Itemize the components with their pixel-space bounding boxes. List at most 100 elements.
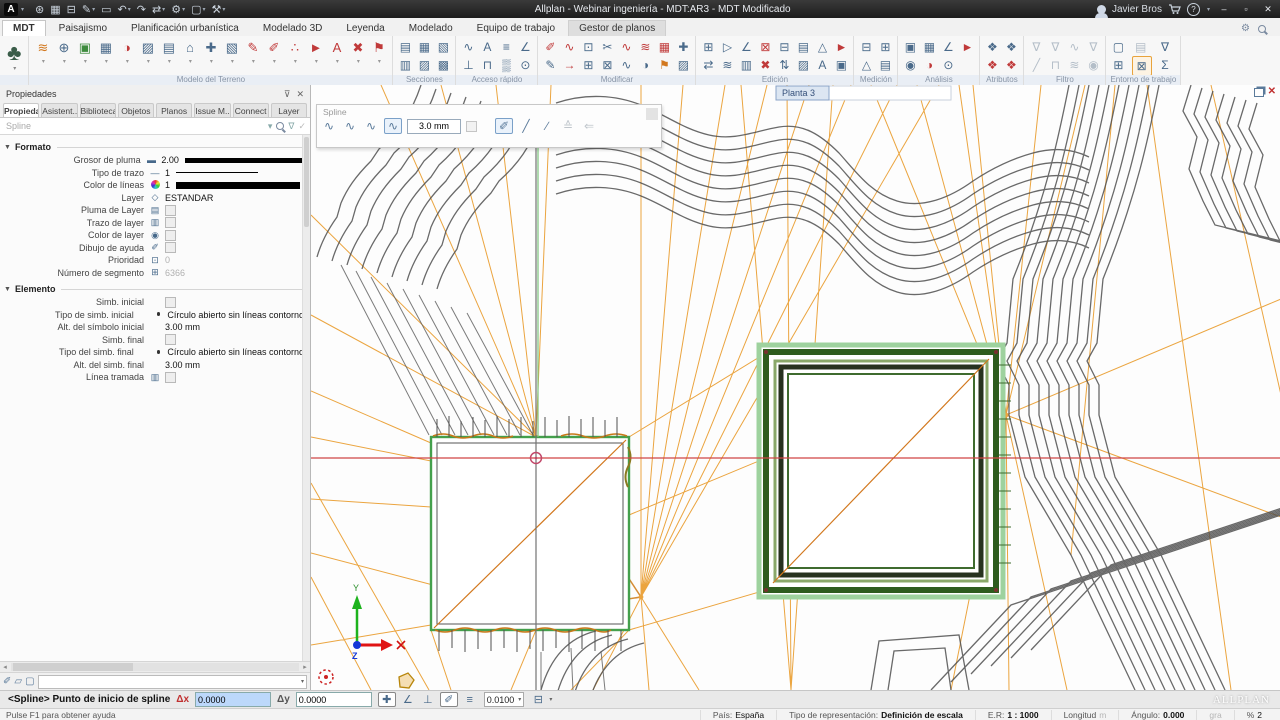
box-edit-icon[interactable]: ⊡ bbox=[579, 38, 597, 56]
pin-icon[interactable]: ⊽ bbox=[284, 89, 291, 100]
status-field[interactable]: Ángulo:0.000 bbox=[1118, 710, 1196, 720]
menu-tab-mdt[interactable]: MDT bbox=[2, 20, 46, 36]
window-icon[interactable]: ▢▾ bbox=[191, 3, 205, 16]
measure-area-icon[interactable]: ⊞ bbox=[876, 38, 894, 56]
paste-icon[interactable]: ⊟ bbox=[775, 38, 793, 56]
break-element-icon[interactable]: ⊠ bbox=[598, 56, 616, 74]
run-analysis-icon[interactable]: ► bbox=[958, 38, 976, 56]
panel-tab-planos[interactable]: Planos bbox=[156, 103, 192, 117]
menu-tab-paisajismo[interactable]: Paisajismo bbox=[48, 20, 118, 36]
restore-button[interactable]: ▫ bbox=[1238, 4, 1254, 14]
scroll-left-icon[interactable]: ◂ bbox=[0, 663, 10, 671]
line-mode-icon[interactable]: ╱ bbox=[518, 119, 534, 133]
wave-edit-icon[interactable]: ∿ bbox=[617, 38, 635, 56]
terrain-drawing[interactable]: Y Z Planta 3 bbox=[311, 85, 1280, 690]
render-settings-icon-caret[interactable]: ▾ bbox=[182, 6, 185, 13]
bridge-icon[interactable]: ⊓ bbox=[478, 56, 496, 74]
favorite-open-folder-icon[interactable]: ▱ bbox=[14, 676, 22, 687]
triangulate-mesh-icon[interactable]: ▨▾ bbox=[137, 38, 158, 65]
region-edit-icon[interactable]: ▨ bbox=[674, 56, 692, 74]
delete-mesh-icon[interactable]: ✖▾ bbox=[347, 38, 368, 65]
edit-pen-icon[interactable]: ✐ bbox=[541, 38, 559, 56]
sketch-pen-icon[interactable]: ✐ bbox=[440, 692, 458, 707]
distribute-icon[interactable]: ⇅ bbox=[775, 56, 793, 74]
cart-icon[interactable] bbox=[1168, 4, 1181, 15]
section-formato[interactable]: ▼ Formato bbox=[4, 142, 304, 152]
clip-icon[interactable]: ⊞ bbox=[579, 56, 597, 74]
slope-analysis-icon[interactable]: ∠ bbox=[939, 38, 957, 56]
pattern-icon[interactable]: ▒ bbox=[497, 56, 515, 74]
attribute-shield-red-icon[interactable]: ❖ bbox=[983, 56, 1001, 74]
attribute-assign-icon[interactable]: ❖ bbox=[1002, 38, 1020, 56]
dy-input[interactable] bbox=[296, 692, 372, 707]
status-field[interactable]: País:España bbox=[700, 710, 776, 720]
logo-caret-icon[interactable]: ▾ bbox=[21, 6, 24, 13]
status-field[interactable]: Longitudm bbox=[1051, 710, 1119, 720]
rotate-icon[interactable]: ∠ bbox=[737, 38, 755, 56]
render-settings-icon[interactable]: ⚙▾ bbox=[171, 3, 185, 16]
edit-document-icon-caret[interactable]: ▾ bbox=[92, 6, 95, 13]
erase-icon[interactable]: ✖ bbox=[756, 56, 774, 74]
section-band-icon[interactable]: ▧ bbox=[434, 38, 452, 56]
target-icon[interactable]: ⊙ bbox=[939, 56, 957, 74]
label-contours-icon[interactable]: A▾ bbox=[326, 38, 347, 65]
table-icon[interactable]: ▦ bbox=[920, 38, 938, 56]
panel-tab-asistent-[interactable]: Asistent... bbox=[41, 103, 77, 117]
property-checkbox[interactable] bbox=[165, 205, 176, 216]
measure-angle-icon[interactable]: △ bbox=[857, 56, 875, 74]
allplan-logo[interactable]: A bbox=[4, 3, 18, 16]
filter-type-icon[interactable]: ∇ bbox=[1046, 38, 1064, 56]
property-checkbox[interactable] bbox=[165, 230, 176, 241]
view-tab[interactable]: Planta 3 bbox=[776, 86, 951, 100]
spline-symbol-icon[interactable]: ∿ bbox=[384, 118, 402, 134]
favorite-pen-icon[interactable]: ✐ bbox=[3, 676, 11, 687]
mirror-icon[interactable]: ▷ bbox=[718, 38, 736, 56]
undo-icon-caret[interactable]: ▾ bbox=[128, 6, 131, 13]
pen-mode-icon[interactable]: ✐ bbox=[495, 118, 513, 134]
mesh-region-icon[interactable]: ▤▾ bbox=[158, 38, 179, 65]
transport-caret-icon[interactable]: ▾ bbox=[549, 696, 552, 703]
report-icon[interactable]: ▣ bbox=[901, 38, 919, 56]
edit-document-icon[interactable]: ✎▾ bbox=[82, 3, 95, 16]
menu-tab-modelado[interactable]: Modelado bbox=[398, 20, 464, 36]
resize-icon[interactable]: ▣ bbox=[832, 56, 850, 74]
toolbar-grip[interactable] bbox=[646, 108, 658, 120]
dx-input[interactable] bbox=[195, 692, 271, 707]
menu-tab-gestor-de-planos[interactable]: Gestor de planos bbox=[568, 20, 666, 36]
insert-elevation-point-icon[interactable]: ⊕▾ bbox=[53, 38, 74, 65]
attribute-modify-icon[interactable]: ❖ bbox=[1002, 56, 1020, 74]
panel-apply-icon[interactable]: ✓ bbox=[298, 121, 306, 132]
combo-caret-icon[interactable]: ▾ bbox=[268, 121, 273, 132]
smooth-lines-icon[interactable]: ∿ bbox=[617, 56, 635, 74]
legend-icon[interactable]: ◉ bbox=[901, 56, 919, 74]
stretch-icon[interactable]: → bbox=[560, 56, 578, 74]
node-snap-icon[interactable]: ⊥ bbox=[420, 693, 436, 706]
mesh-document-icon[interactable]: ▧▾ bbox=[221, 38, 242, 65]
panel-search-icon[interactable] bbox=[276, 122, 284, 130]
spline-toolbar[interactable]: Spline ∿∿∿∿ ✐╱∕≙⇐ bbox=[316, 104, 662, 148]
spline-tool-icon[interactable]: ∿ bbox=[459, 38, 477, 56]
filter-wave-icon[interactable]: ∿ bbox=[1065, 38, 1083, 56]
menu-tab-planificaci-n-urban-stica[interactable]: Planificación urbanística bbox=[120, 20, 250, 36]
edit-points-icon[interactable]: ✎▾ bbox=[242, 38, 263, 65]
minimize-button[interactable]: – bbox=[1216, 4, 1232, 14]
grid-view-icon[interactable]: ⊞ bbox=[1109, 56, 1127, 74]
angle-icon[interactable]: ∠ bbox=[516, 38, 534, 56]
status-field[interactable]: Tipo de representación:Definición de esc… bbox=[776, 710, 975, 720]
slope-gauge-icon[interactable]: ◑▾ bbox=[116, 38, 137, 65]
panel-tab-objetos[interactable]: Objetos bbox=[118, 103, 154, 117]
section-view-icon[interactable]: ▤ bbox=[396, 38, 414, 56]
palette-icon[interactable]: ▦ bbox=[50, 3, 60, 16]
merge-lines-icon[interactable]: ≋ bbox=[636, 38, 654, 56]
favorites-combo[interactable]: ▾ bbox=[38, 675, 307, 689]
window-icon-caret[interactable]: ▾ bbox=[202, 6, 205, 13]
scale-icon[interactable]: △ bbox=[813, 38, 831, 56]
check-mesh-icon[interactable]: ▣▾ bbox=[74, 38, 95, 65]
sketch-pen-icon[interactable]: ✎ bbox=[541, 56, 559, 74]
panel-tab-layer[interactable]: Layer bbox=[271, 103, 307, 117]
sum-icon[interactable]: Σ bbox=[1156, 56, 1174, 74]
send-icon[interactable]: ► bbox=[832, 38, 850, 56]
circle-center-icon[interactable]: ⊙ bbox=[516, 56, 534, 74]
section-solid-icon[interactable]: ▩ bbox=[434, 56, 452, 74]
user-name[interactable]: Javier Bros bbox=[1112, 4, 1162, 15]
